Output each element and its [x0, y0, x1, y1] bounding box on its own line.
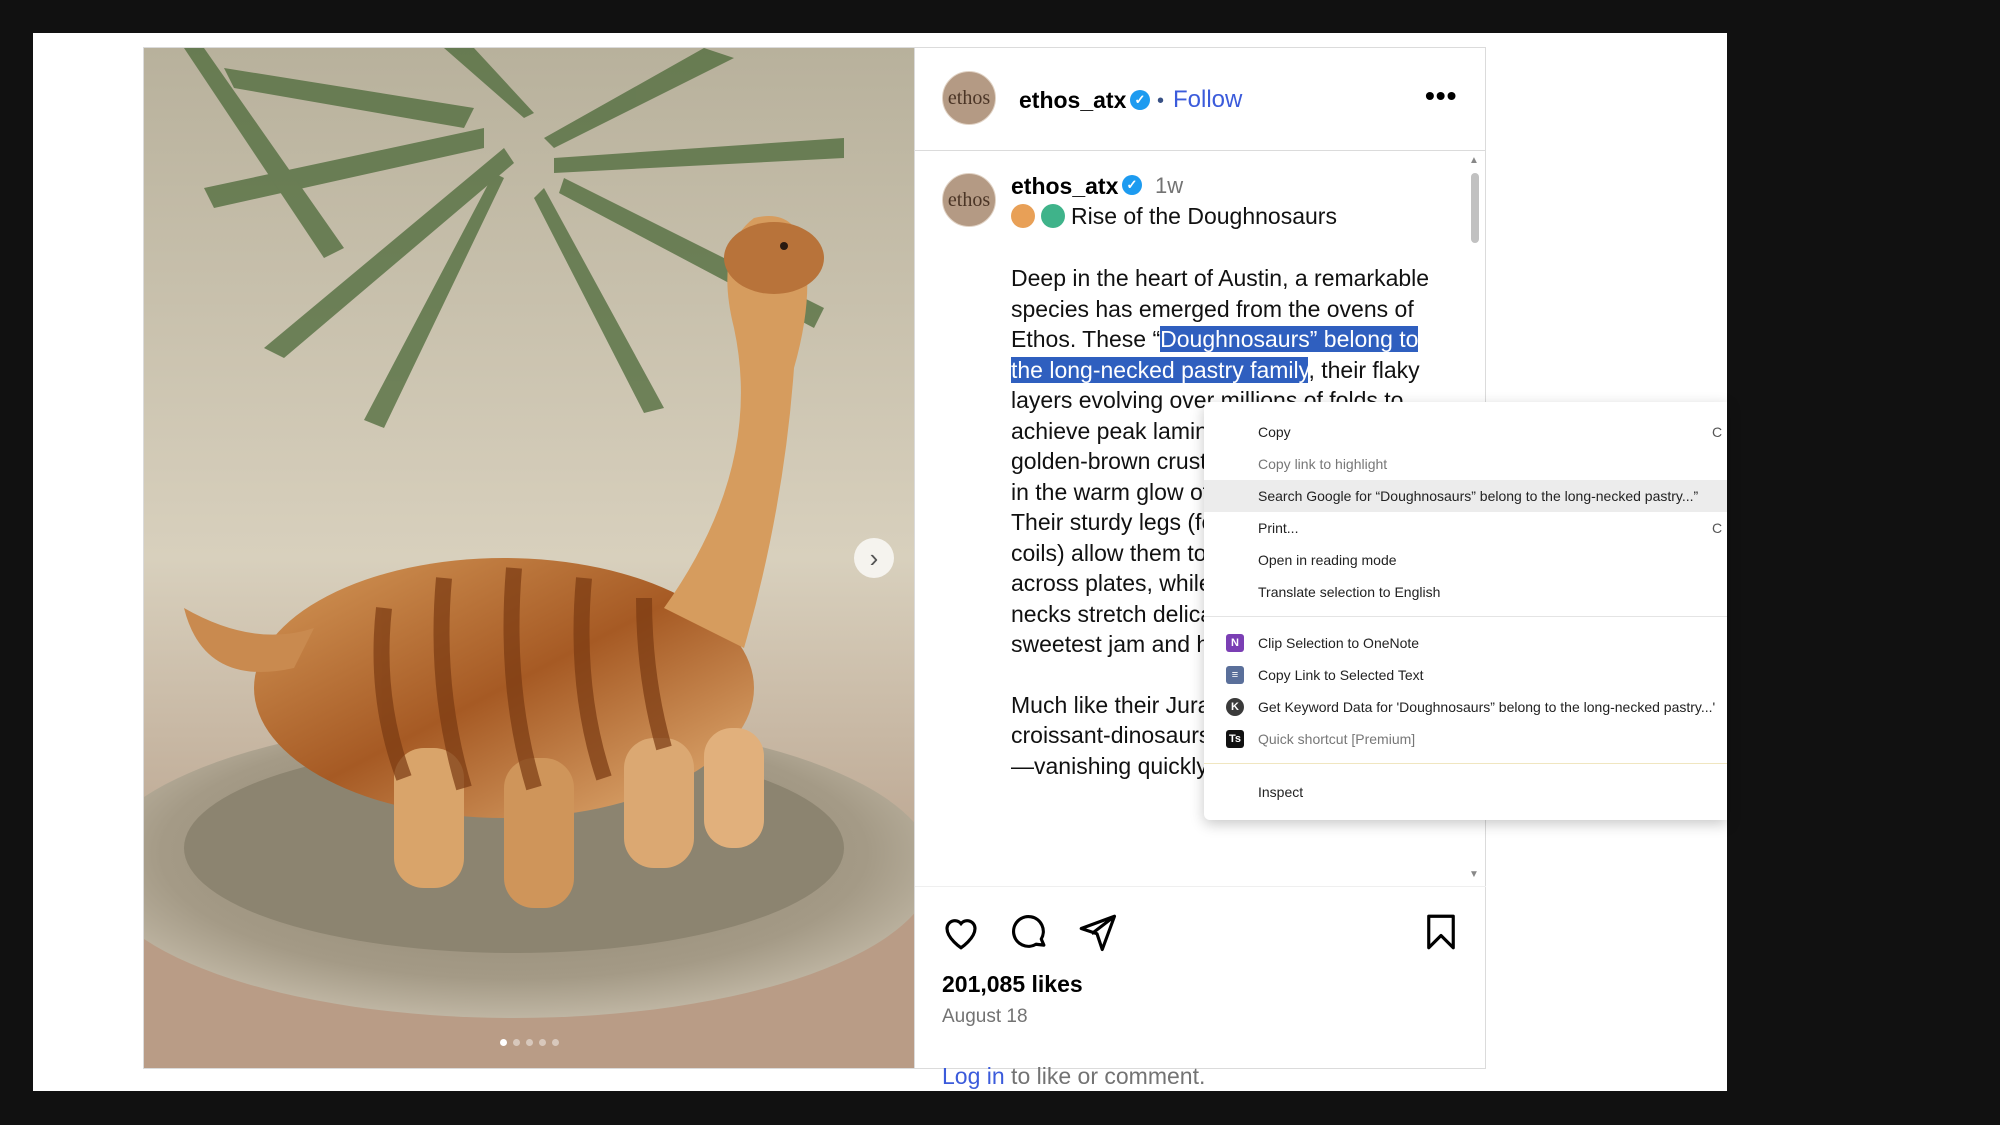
carousel-dot [525, 1039, 533, 1046]
onenote-icon: N [1226, 634, 1244, 652]
menu-shortcut: C [1712, 520, 1723, 536]
menu-separator [1204, 616, 1727, 617]
menu-separator [1204, 763, 1727, 764]
next-image-button[interactable]: › [854, 538, 894, 578]
menu-label: Copy [1258, 424, 1291, 440]
avatar[interactable]: ethos [942, 71, 996, 125]
avatar-text: ethos [947, 188, 991, 211]
share-icon[interactable] [1076, 911, 1118, 953]
scroll-down-icon[interactable]: ▼ [1469, 869, 1479, 880]
caption-avatar[interactable]: ethos [942, 173, 996, 227]
scroll-up-icon[interactable]: ▲ [1469, 155, 1479, 166]
menu-label: Copy link to highlight [1258, 456, 1388, 472]
post-time[interactable]: 1w [1155, 173, 1183, 199]
scroll-thumb[interactable] [1471, 173, 1479, 243]
caption-title-text: Rise of the Doughnosaurs [1071, 203, 1337, 229]
menu-item-translate[interactable]: Translate selection to English [1204, 576, 1727, 608]
verified-badge-icon: ✓ [1130, 90, 1150, 110]
post-header: ethos ethos_atx ✓ • Follow ••• [915, 48, 1486, 151]
carousel-dot [538, 1039, 546, 1046]
more-options-icon[interactable]: ••• [1425, 80, 1457, 112]
caption-title: Rise of the Doughnosaurs [1011, 203, 1337, 230]
username[interactable]: ethos_atx [1019, 87, 1126, 114]
avatar-text: ethos [947, 86, 991, 109]
menu-item-search-google[interactable]: Search Google for “Doughnosaurs” belong … [1204, 480, 1727, 512]
carousel-dot [551, 1039, 559, 1046]
menu-label: Inspect [1258, 784, 1304, 800]
menu-shortcut: C [1712, 424, 1723, 440]
menu-item-onenote[interactable]: N Clip Selection to OneNote [1204, 627, 1727, 659]
menu-item-keyword-data[interactable]: K Get Keyword Data for 'Doughnosaurs” bel… [1204, 691, 1727, 723]
chevron-right-icon: › [869, 542, 879, 573]
menu-item-copy-link-highlight[interactable]: Copy link to highlight [1204, 448, 1727, 480]
menu-item-reading-mode[interactable]: Open in reading mode [1204, 544, 1727, 576]
ts-icon: Ts [1226, 730, 1244, 748]
menu-item-print[interactable]: Print... C [1204, 512, 1727, 544]
menu-label: Search Google for “Doughnosaurs” belong … [1258, 488, 1699, 504]
keyword-icon: K [1226, 698, 1244, 716]
menu-label: Quick shortcut [Premium] [1258, 731, 1416, 747]
follow-button[interactable]: Follow [1173, 86, 1242, 114]
menu-item-copy-link-selected[interactable]: ≡ Copy Link to Selected Text [1204, 659, 1727, 691]
login-prompt-text: to like or comment. [1004, 1063, 1206, 1089]
croissant-emoji-icon [1011, 204, 1035, 228]
carousel-indicator [144, 1039, 914, 1046]
menu-label: Open in reading mode [1258, 552, 1397, 568]
post-date[interactable]: August 18 [942, 1006, 1028, 1028]
post-actions: 201,085 likes August 18 Log in to like o… [915, 886, 1486, 1089]
carousel-dot [499, 1039, 507, 1046]
bookmark-icon[interactable] [1420, 911, 1462, 953]
post-image[interactable]: › [144, 48, 914, 1068]
dinosaur-emoji-icon [1041, 204, 1065, 228]
menu-item-copy[interactable]: Copy C [1204, 416, 1727, 448]
link-text-icon: ≡ [1226, 666, 1244, 684]
login-link[interactable]: Log in [942, 1063, 1005, 1089]
menu-item-inspect[interactable]: Inspect [1204, 776, 1727, 808]
carousel-dot [512, 1039, 520, 1046]
verified-badge-icon: ✓ [1122, 175, 1142, 195]
separator: • [1157, 90, 1165, 112]
login-prompt: Log in to like or comment. [942, 1063, 1205, 1090]
likes-count[interactable]: 201,085 likes [942, 971, 1083, 998]
croissant-dinosaur-illustration [144, 48, 914, 1068]
heart-icon[interactable] [940, 911, 982, 953]
context-menu: Copy C Copy link to highlight Search Goog… [1204, 402, 1727, 820]
menu-label: Print... [1258, 520, 1299, 536]
menu-label: Clip Selection to OneNote [1258, 635, 1420, 651]
comment-icon[interactable] [1008, 911, 1050, 953]
menu-item-quick-shortcut[interactable]: Ts Quick shortcut [Premium] [1204, 723, 1727, 755]
caption-username[interactable]: ethos_atx [1011, 173, 1118, 200]
menu-label: Get Keyword Data for 'Doughnosaurs” belo… [1258, 699, 1716, 715]
menu-label: Copy Link to Selected Text [1258, 667, 1424, 683]
menu-label: Translate selection to English [1258, 584, 1441, 600]
